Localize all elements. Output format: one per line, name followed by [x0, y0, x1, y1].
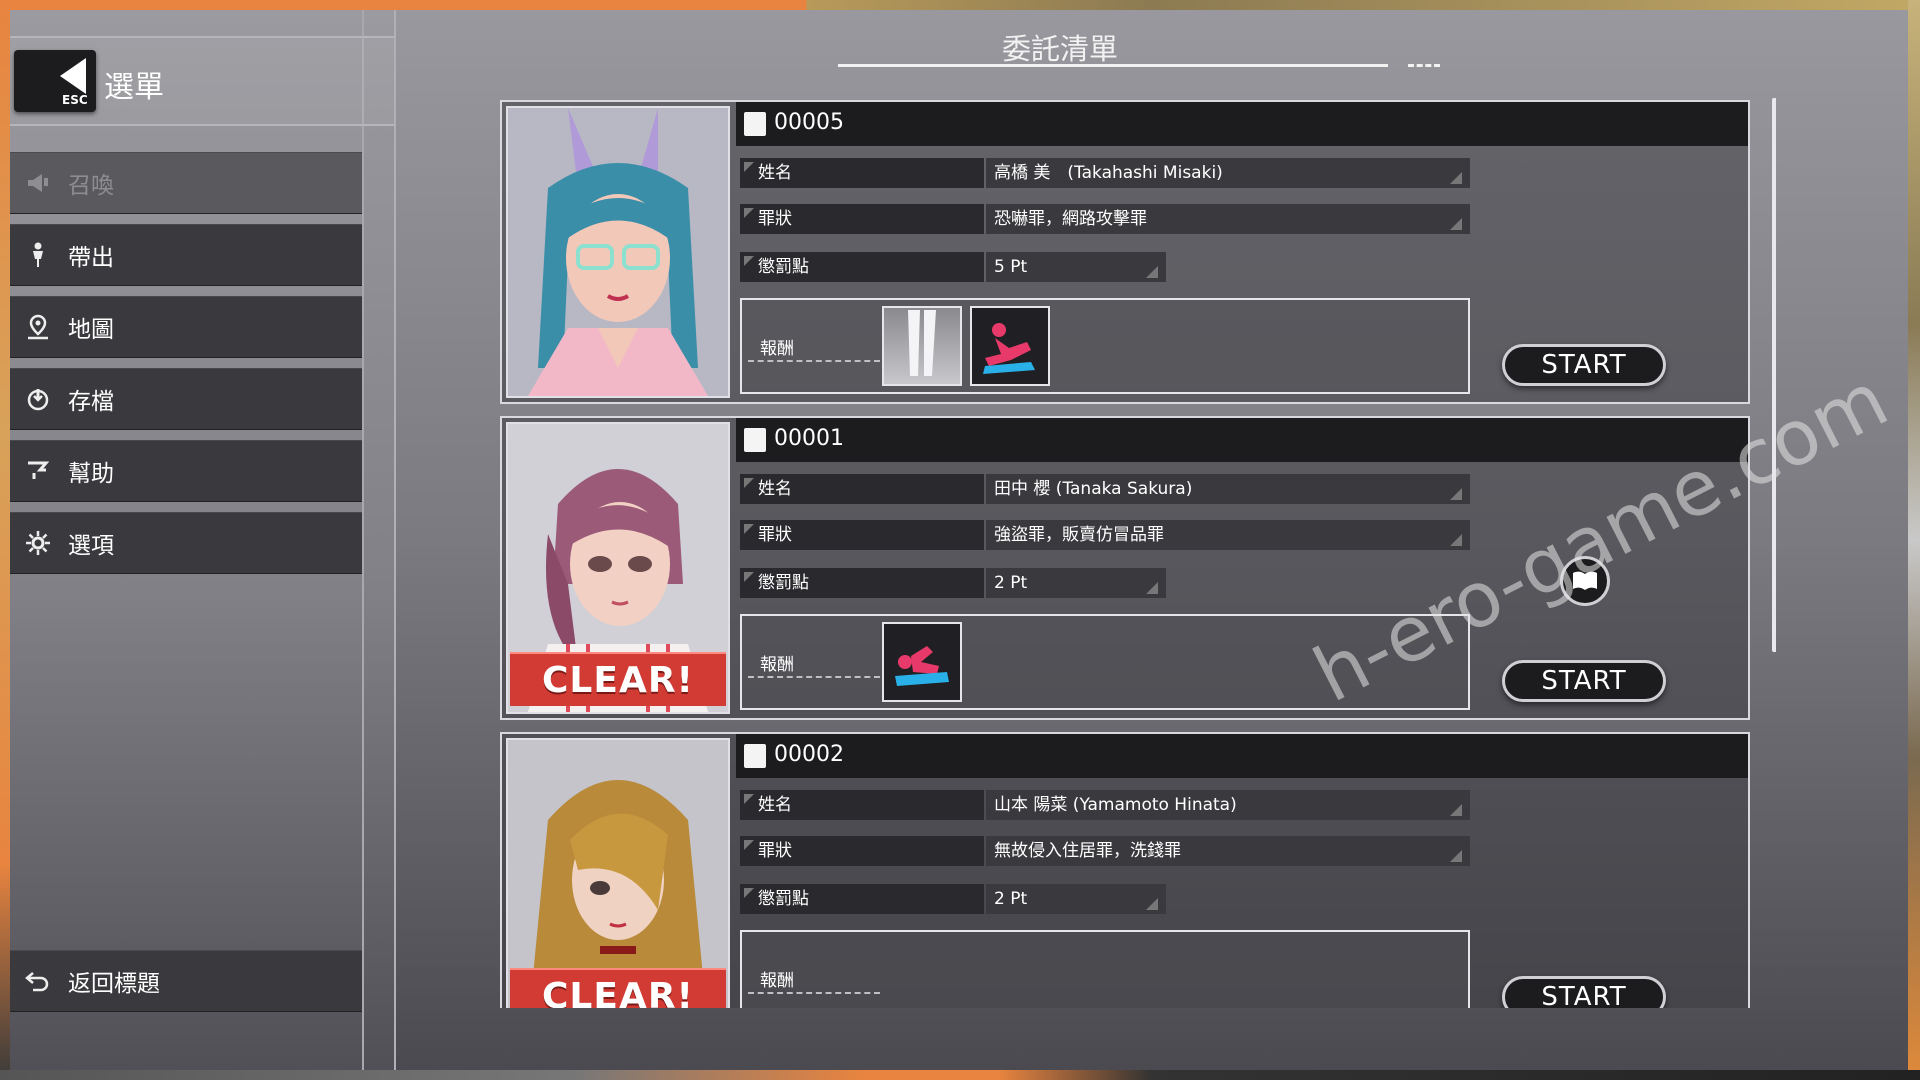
background-scene-top	[0, 0, 1920, 10]
background-scene-left	[0, 0, 10, 1080]
penalty-label: 懲罰點	[740, 568, 984, 598]
reward-box: 報酬	[740, 298, 1470, 394]
penalty-value: 5 Pt	[986, 252, 1166, 282]
portrait-image-misaki	[508, 108, 728, 396]
sidebar-item-label: 召喚	[68, 173, 114, 199]
clear-badge: CLEAR!	[510, 652, 726, 706]
sidebar-item-summon[interactable]: 召喚	[10, 152, 362, 214]
crime-value: 恐嚇罪，網路攻擊罪	[986, 204, 1470, 234]
return-to-title-button[interactable]: 返回標題	[10, 950, 362, 1012]
case-card: CLEAR! 00002 姓名 山本 陽菜 (Yamamoto Hinata) …	[500, 732, 1750, 1008]
name-value: 高橋 美 (Takahashi Misaki)	[986, 158, 1470, 188]
reward-box: 報酬	[740, 930, 1470, 1008]
crime-label: 罪狀	[740, 520, 984, 550]
crime-value: 強盜罪，販賣仿冒品罪	[986, 520, 1470, 550]
start-button[interactable]: START	[1502, 344, 1666, 386]
pose-reward-icon[interactable]	[882, 622, 962, 702]
case-header: 00001	[736, 418, 1748, 462]
start-button[interactable]: START	[1502, 976, 1666, 1008]
character-portrait: CLEAR!	[506, 422, 730, 714]
title-dash-left	[838, 64, 870, 67]
reward-dash	[748, 676, 880, 678]
case-checkbox[interactable]	[744, 744, 766, 768]
name-label: 姓名	[740, 474, 984, 504]
name-label: 姓名	[740, 790, 984, 820]
case-id: 00005	[774, 110, 844, 135]
page-title: 委託清單	[1001, 32, 1118, 66]
back-button[interactable]: ESC	[14, 50, 96, 112]
gear-icon	[24, 529, 52, 557]
sidebar-item-label: 幫助	[68, 461, 114, 487]
help-icon	[24, 457, 52, 485]
save-icon	[24, 385, 52, 413]
crime-value: 無故侵入住居罪，洗錢罪	[986, 836, 1470, 866]
crime-label: 罪狀	[740, 836, 984, 866]
case-header: 00005	[736, 102, 1748, 146]
back-arrow-icon	[60, 58, 86, 94]
case-card: 00005 姓名 高橋 美 (Takahashi Misaki) 罪狀 恐嚇罪，…	[500, 100, 1750, 404]
penalty-value: 2 Pt	[986, 884, 1166, 914]
case-checkbox[interactable]	[744, 112, 766, 136]
case-id: 00001	[774, 426, 844, 451]
sidebar: ESC 選單 召喚 帶出 地圖 存檔 幫助 選項 返回標題	[10, 10, 396, 1070]
penalty-value: 2 Pt	[986, 568, 1166, 598]
start-button[interactable]: START	[1502, 660, 1666, 702]
penalty-label: 懲罰點	[740, 252, 984, 282]
return-arrow-icon	[24, 967, 52, 995]
sidebar-item-help[interactable]: 幫助	[10, 440, 362, 502]
character-portrait	[506, 106, 730, 398]
case-id: 00002	[774, 742, 844, 767]
sidebar-divider	[362, 10, 364, 1070]
list-scrollbar[interactable]	[1772, 98, 1776, 652]
esc-key-label: ESC	[62, 93, 88, 107]
name-label: 姓名	[740, 158, 984, 188]
megaphone-icon	[24, 169, 52, 197]
title-underline	[840, 64, 1388, 67]
reward-dash	[748, 360, 880, 362]
character-portrait: CLEAR!	[506, 738, 730, 1008]
sidebar-item-label: 存檔	[68, 389, 114, 415]
name-value: 田中 櫻 (Tanaka Sakura)	[986, 474, 1470, 504]
case-header: 00002	[736, 734, 1748, 778]
pose-reward-icon[interactable]	[970, 306, 1050, 386]
sidebar-item-label: 選項	[68, 533, 114, 559]
sidebar-item-label: 帶出	[68, 245, 114, 271]
sidebar-item-options[interactable]: 選項	[10, 512, 362, 574]
background-scene-bottom	[0, 1070, 1920, 1080]
background-scene-right	[1908, 0, 1920, 1080]
title-dash-right	[1408, 64, 1440, 67]
reward-label: 報酬	[760, 339, 794, 359]
reward-label: 報酬	[760, 655, 794, 675]
reward-dash	[748, 992, 880, 994]
sidebar-item-take-out[interactable]: 帶出	[10, 224, 362, 286]
case-checkbox[interactable]	[744, 428, 766, 452]
crime-label: 罪狀	[740, 204, 984, 234]
sidebar-item-save[interactable]: 存檔	[10, 368, 362, 430]
sidebar-item-map[interactable]: 地圖	[10, 296, 362, 358]
reward-label: 報酬	[760, 971, 794, 991]
penalty-label: 懲罰點	[740, 884, 984, 914]
sidebar-item-label: 地圖	[68, 317, 114, 343]
map-pin-icon	[24, 313, 52, 341]
clear-badge: CLEAR!	[510, 968, 726, 1008]
stockings-reward-icon[interactable]	[882, 306, 962, 386]
name-value: 山本 陽菜 (Yamamoto Hinata)	[986, 790, 1470, 820]
menu-title: 選單	[104, 70, 164, 105]
person-icon	[24, 241, 52, 269]
return-to-title-label: 返回標題	[68, 971, 160, 997]
